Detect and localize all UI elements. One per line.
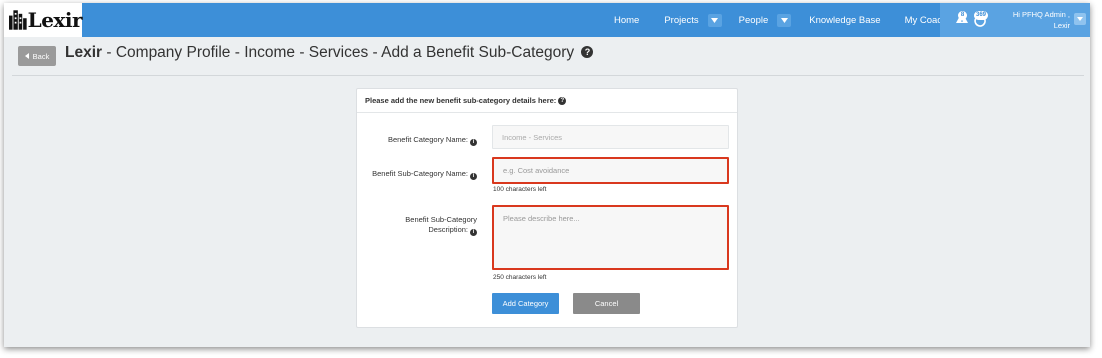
description-label-line2: Description:	[428, 225, 468, 234]
page-title-company: Lexir	[65, 44, 103, 61]
description-chars-left: 250 characters left	[493, 274, 547, 281]
description-label-line1: Benefit Sub-Category	[405, 215, 477, 224]
subcategory-name-input[interactable]	[492, 157, 729, 184]
subcategory-name-label: Benefit Sub-Category Name: i	[357, 169, 477, 180]
subcategory-chars-left: 100 characters left	[493, 186, 547, 193]
description-textarea[interactable]	[492, 205, 729, 270]
category-name-label: Benefit Category Name: i	[357, 135, 477, 146]
app-window: Lexir Home Projects People Knowledge Bas…	[4, 3, 1090, 347]
back-button[interactable]: Back	[18, 46, 56, 66]
info-icon[interactable]: i	[470, 228, 477, 236]
people-dropdown-button[interactable]	[777, 13, 792, 27]
nav-knowledge-base[interactable]: Knowledge Base	[809, 15, 880, 26]
alerts-button[interactable]: 8	[948, 3, 974, 37]
notifications-button[interactable]: 369	[972, 3, 996, 37]
buildings-logo-icon	[9, 10, 27, 30]
cancel-button[interactable]: Cancel	[573, 293, 640, 314]
chevron-down-icon	[780, 17, 788, 23]
user-area: 8 369 Hi PFHQ Admin , Lexir	[940, 3, 1090, 37]
chevron-down-icon	[711, 17, 719, 23]
form-header: Please add the new benefit sub-category …	[357, 89, 737, 113]
subcategory-name-label-text: Benefit Sub-Category Name:	[372, 169, 468, 178]
add-category-button[interactable]: Add Category	[492, 293, 559, 314]
alerts-count-badge: 8	[958, 11, 967, 20]
user-org: Lexir	[1053, 21, 1070, 30]
chevron-down-icon	[1077, 17, 1083, 21]
user-greeting: Hi PFHQ Admin ,	[1012, 10, 1070, 19]
main-nav: Home Projects People Knowledge Base My C…	[614, 3, 960, 37]
category-name-field: Income - Services	[492, 125, 729, 149]
projects-dropdown-button[interactable]	[707, 13, 722, 27]
user-menu[interactable]: Hi PFHQ Admin , Lexir	[1008, 9, 1070, 31]
info-icon[interactable]: i	[470, 172, 477, 180]
user-dropdown-button[interactable]	[1074, 13, 1086, 25]
info-icon[interactable]: i	[470, 138, 477, 146]
logo-text: Lexir	[27, 8, 83, 32]
back-label: Back	[32, 51, 50, 61]
page-title-path: - Company Profile - Income - Services - …	[102, 44, 575, 61]
nav-home[interactable]: Home	[614, 15, 639, 26]
benefit-subcategory-form: Please add the new benefit sub-category …	[356, 88, 738, 328]
chevron-left-icon	[24, 53, 29, 59]
help-icon[interactable]: ?	[558, 96, 567, 105]
category-name-label-text: Benefit Category Name:	[387, 135, 468, 144]
logo[interactable]: Lexir	[4, 3, 83, 37]
nav-projects[interactable]: Projects	[664, 15, 698, 26]
help-icon[interactable]: ?	[581, 46, 594, 58]
notifications-count-badge: 369	[974, 11, 989, 20]
top-navbar: Lexir Home Projects People Knowledge Bas…	[4, 3, 1090, 37]
page-title: Lexir - Company Profile - Income - Servi…	[65, 44, 594, 62]
description-label: Benefit Sub-Category Description: i	[357, 215, 477, 236]
nav-people[interactable]: People	[739, 15, 769, 26]
form-intro-text: Please add the new benefit sub-category …	[365, 96, 557, 105]
header-divider	[12, 75, 1084, 76]
